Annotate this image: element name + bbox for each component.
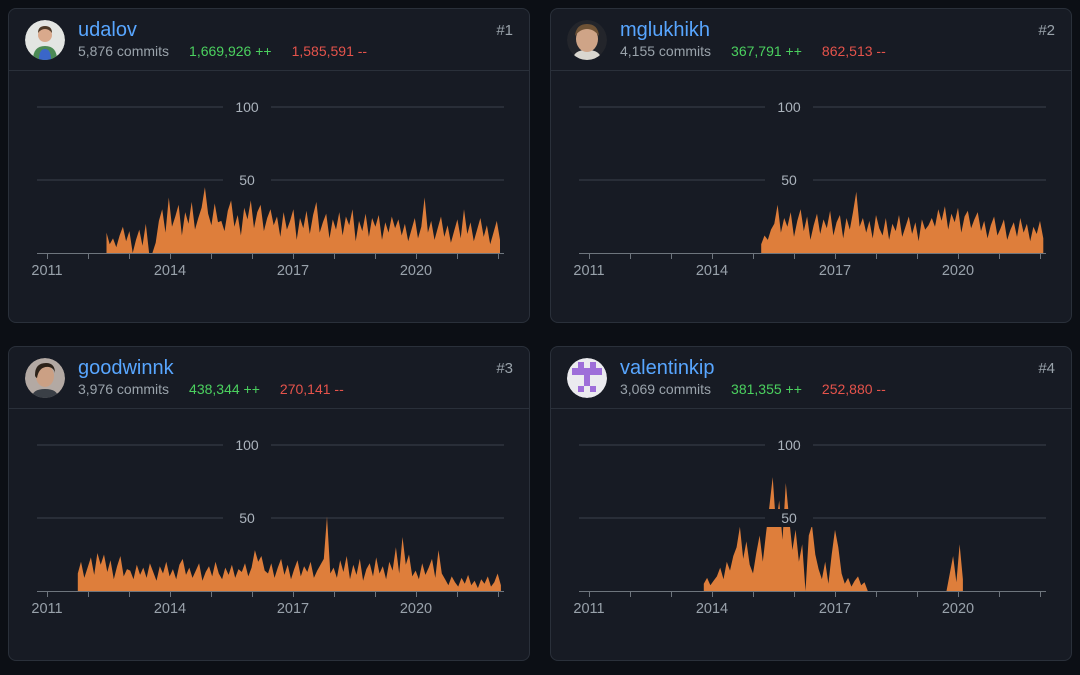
svg-text:2020: 2020 — [400, 601, 432, 617]
identity-block: valentinkip 3,069 commits 381,355 ++ 252… — [620, 357, 886, 398]
contributor-card-4: valentinkip 3,069 commits 381,355 ++ 252… — [550, 346, 1072, 661]
additions-count: 1,669,926 ++ — [189, 42, 272, 59]
contributor-header: udalov 5,876 commits 1,669,926 ++ 1,585,… — [9, 9, 529, 71]
deletions-count: 252,880 -- — [821, 380, 886, 397]
svg-text:2014: 2014 — [154, 263, 186, 279]
svg-text:2011: 2011 — [573, 601, 604, 617]
svg-text:2017: 2017 — [277, 601, 309, 617]
svg-text:100: 100 — [777, 99, 801, 115]
username-link[interactable]: goodwinnk — [78, 357, 344, 379]
deletions-count: 862,513 -- — [821, 42, 886, 59]
avatar[interactable] — [567, 357, 607, 398]
svg-text:2017: 2017 — [819, 601, 851, 617]
deletions-count: 1,585,591 -- — [291, 42, 368, 59]
rank-badge: #3 — [496, 360, 513, 377]
svg-text:100: 100 — [235, 99, 259, 115]
svg-text:50: 50 — [239, 510, 255, 526]
svg-text:2011: 2011 — [31, 601, 62, 617]
commit-activity-chart[interactable]: 50 100 2011 2014 2017 2020 — [551, 409, 1071, 659]
contributor-card-1: udalov 5,876 commits 1,669,926 ++ 1,585,… — [8, 8, 530, 323]
contributor-header: goodwinnk 3,976 commits 438,344 ++ 270,1… — [9, 347, 529, 409]
commit-activity-graph: 50 100 2011 2014 2017 2020 — [573, 98, 1046, 279]
commit-count: 5,876 commits — [78, 42, 170, 59]
commit-count: 3,976 commits — [78, 380, 170, 397]
avatar-photo — [25, 357, 65, 398]
contributor-card-2: mglukhikh 4,155 commits 367,791 ++ 862,5… — [550, 8, 1072, 323]
avatar-photo — [567, 19, 607, 60]
commit-activity-chart[interactable]: 50 100 2011 2014 2017 2020 — [9, 71, 529, 321]
svg-text:2017: 2017 — [819, 263, 851, 279]
additions-count: 438,344 ++ — [189, 380, 260, 397]
svg-text:2017: 2017 — [277, 263, 309, 279]
svg-text:2014: 2014 — [696, 263, 728, 279]
avatar-identicon — [567, 357, 607, 398]
stats-row: 4,155 commits 367,791 ++ 862,513 -- — [620, 43, 886, 60]
svg-text:100: 100 — [235, 437, 259, 453]
rank-badge: #1 — [496, 22, 513, 39]
avatar[interactable] — [25, 357, 65, 398]
commit-activity-graph: 50 100 2011 2014 2017 2020 — [573, 436, 1046, 617]
commit-count: 4,155 commits — [620, 42, 712, 59]
identity-block: goodwinnk 3,976 commits 438,344 ++ 270,1… — [78, 357, 344, 398]
additions-count: 381,355 ++ — [731, 380, 802, 397]
svg-text:50: 50 — [781, 172, 797, 188]
stats-row: 3,069 commits 381,355 ++ 252,880 -- — [620, 381, 886, 398]
avatar[interactable] — [567, 19, 607, 60]
additions-count: 367,791 ++ — [731, 42, 802, 59]
svg-text:2014: 2014 — [696, 601, 728, 617]
svg-text:2014: 2014 — [154, 601, 186, 617]
commit-activity-chart[interactable]: 50 100 2011 2014 2017 2020 — [9, 409, 529, 659]
contributor-card-3: goodwinnk 3,976 commits 438,344 ++ 270,1… — [8, 346, 530, 661]
contributor-header: valentinkip 3,069 commits 381,355 ++ 252… — [551, 347, 1071, 409]
username-link[interactable]: udalov — [78, 19, 367, 41]
svg-text:50: 50 — [781, 510, 797, 526]
svg-text:2020: 2020 — [942, 263, 974, 279]
username-link[interactable]: valentinkip — [620, 357, 886, 379]
commit-activity-chart[interactable]: 50 100 2011 2014 2017 2020 — [551, 71, 1071, 321]
stats-row: 3,976 commits 438,344 ++ 270,141 -- — [78, 381, 344, 398]
deletions-count: 270,141 -- — [279, 380, 344, 397]
svg-text:2011: 2011 — [31, 263, 62, 279]
svg-text:100: 100 — [777, 437, 801, 453]
avatar-photo — [25, 19, 65, 60]
svg-text:2020: 2020 — [942, 601, 974, 617]
svg-text:50: 50 — [239, 172, 255, 188]
svg-text:2020: 2020 — [400, 263, 432, 279]
contributor-header: mglukhikh 4,155 commits 367,791 ++ 862,5… — [551, 9, 1071, 71]
contributors-grid: udalov 5,876 commits 1,669,926 ++ 1,585,… — [0, 0, 1080, 669]
rank-badge: #2 — [1038, 22, 1055, 39]
commit-activity-graph: 50 100 2011 2014 2017 2020 — [31, 98, 504, 279]
stats-row: 5,876 commits 1,669,926 ++ 1,585,591 -- — [78, 43, 367, 60]
svg-text:2011: 2011 — [573, 263, 604, 279]
commit-count: 3,069 commits — [620, 380, 712, 397]
username-link[interactable]: mglukhikh — [620, 19, 886, 41]
identity-block: udalov 5,876 commits 1,669,926 ++ 1,585,… — [78, 19, 367, 60]
rank-badge: #4 — [1038, 360, 1055, 377]
avatar[interactable] — [25, 19, 65, 60]
commit-activity-graph: 50 100 2011 2014 2017 2020 — [31, 436, 504, 617]
identity-block: mglukhikh 4,155 commits 367,791 ++ 862,5… — [620, 19, 886, 60]
